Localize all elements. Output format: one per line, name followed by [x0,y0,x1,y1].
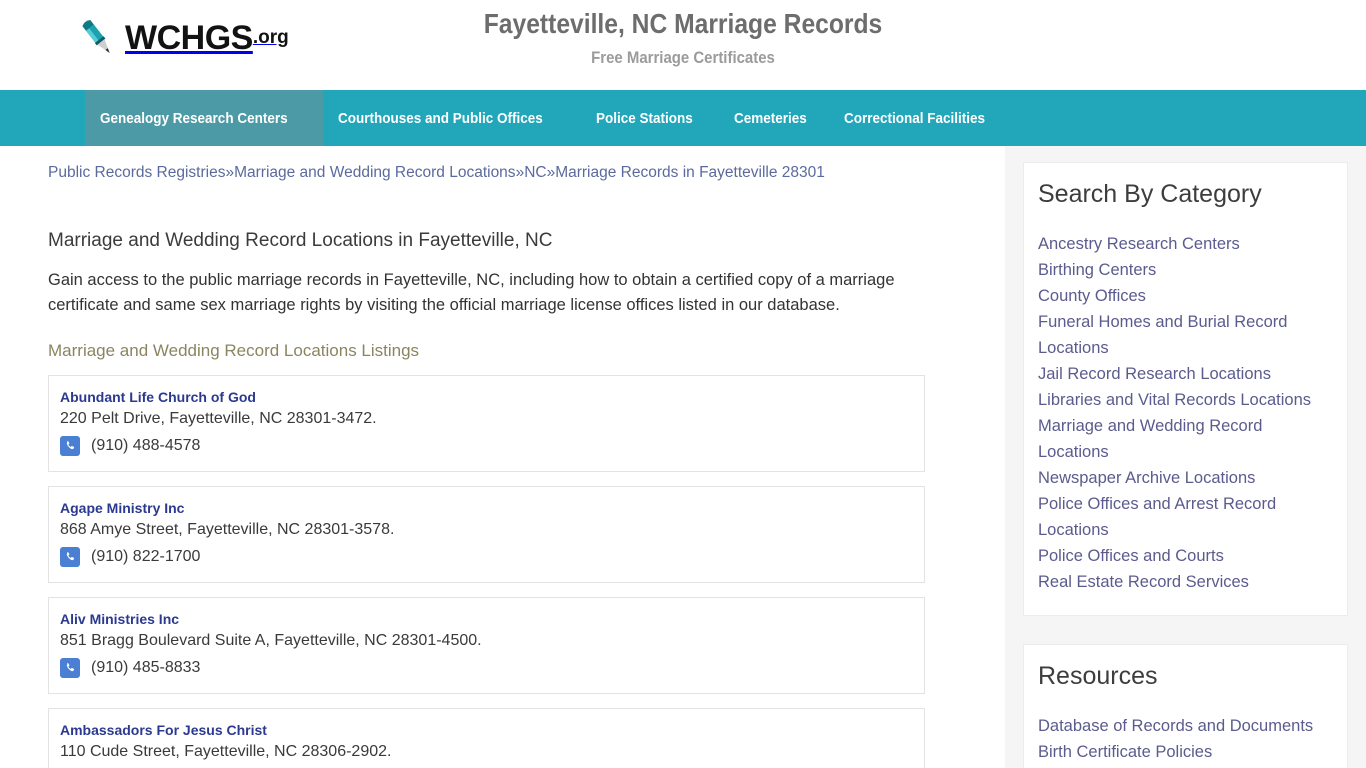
breadcrumb-separator: » [515,164,525,181]
sidebar-link-jail-record-research-locations[interactable]: Jail Record Research Locations [1038,361,1333,387]
nav-item-police-stations[interactable]: Police Stations [581,90,719,146]
listing-name-link[interactable]: Ambassadors For Jesus Christ [60,722,910,738]
listing-card[interactable]: Ambassadors For Jesus Christ 110 Cude St… [48,707,925,768]
listing-phone: (910) 488-4578 [91,436,201,454]
search-by-category-panel: Search By Category Ancestry Research Cen… [1023,162,1348,617]
breadcrumb-item-2[interactable]: Marriage and Wedding Record Locations [234,164,515,181]
phone-icon [60,546,80,567]
sidebar-link-birth-certificate-policies[interactable]: Birth Certificate Policies [1038,739,1333,765]
sidebar-link-libraries-and-vital-records-locations[interactable]: Libraries and Vital Records Locations [1038,387,1333,413]
page-body: Public Records Registries»Marriage and W… [0,146,1366,768]
nav-item-genealogy-research-centers[interactable]: Genealogy Research Centers [85,90,324,146]
nav-label: Correctional Facilities [844,109,986,127]
sidebar-link-police-offices-and-arrest-record-locations[interactable]: Police Offices and Arrest Record Locatio… [1038,491,1333,543]
sidebar-link-county-offices[interactable]: County Offices [1038,283,1333,309]
listing-card[interactable]: Abundant Life Church of God 220 Pelt Dri… [48,374,925,472]
breadcrumb-item-3[interactable]: NC [524,164,546,181]
nav-label: Genealogy Research Centers [100,109,288,127]
breadcrumb-separator: » [225,164,235,181]
sidebar-link-police-offices-and-courts[interactable]: Police Offices and Courts [1038,543,1333,569]
phone-icon [60,657,80,678]
sidebar-link-database-of-records-and-documents[interactable]: Database of Records and Documents [1038,713,1333,739]
listing-phone-row: (910) 488-4578 [60,435,910,456]
sidebar-link-marriage-and-wedding-record-locations[interactable]: Marriage and Wedding Record Locations [1038,413,1333,465]
sidebar-link-birthing-centers[interactable]: Birthing Centers [1038,257,1333,283]
listing-address: 110 Cude Street, Fayetteville, NC 28306-… [60,742,392,760]
sidebar-link-funeral-homes-and-burial-record-locations[interactable]: Funeral Homes and Burial Record Location… [1038,309,1333,361]
panel-title: Search By Category [1038,180,1262,208]
nav-item-courthouses-and-public-offices[interactable]: Courthouses and Public Offices [323,90,581,146]
breadcrumb: Public Records Registries»Marriage and W… [48,162,930,184]
listing-phone: (910) 822-1700 [91,547,201,565]
listing-phone-row: (910) 485-8833 [60,657,910,678]
panel-title: Resources [1038,662,1158,691]
nav-label: Courthouses and Public Offices [338,109,544,127]
listing-address: 220 Pelt Drive, Fayetteville, NC 28301-3… [60,409,377,427]
page-subtitle: Free Marriage Certificates [591,48,775,68]
page-title-heading: Fayetteville, NC Marriage Records [483,8,883,39]
sidebar-link-newspaper-archive-locations[interactable]: Newspaper Archive Locations [1038,465,1333,491]
nav-item-cemeteries[interactable]: Cemeteries [719,90,830,146]
nav-label: Cemeteries [733,109,807,127]
listing-name-link[interactable]: Aliv Ministries Inc [60,611,910,627]
breadcrumb-item-1[interactable]: Public Records Registries [48,164,225,181]
nav-item-correctional-facilities[interactable]: Correctional Facilities [829,90,1016,146]
site-header: WCHGS .org Fayetteville, NC Marriage Reco… [0,0,1366,90]
nav-label: Police Stations [595,109,693,127]
listing-phone: (910) 485-8833 [91,658,201,676]
breadcrumb-item-4[interactable]: Marriage Records in Fayetteville 28301 [555,164,825,181]
main-navigation: Genealogy Research Centers Courthouses a… [0,90,1366,146]
listing-address: 851 Bragg Boulevard Suite A, Fayettevill… [60,631,482,649]
content-heading: Marriage and Wedding Record Locations in… [48,229,553,251]
listing-card[interactable]: Agape Ministry Inc 868 Amye Street, Faye… [48,485,925,583]
listing-card[interactable]: Aliv Ministries Inc 851 Bragg Boulevard … [48,596,925,694]
listing-name-link[interactable]: Agape Ministry Inc [60,500,910,516]
listing-address: 868 Amye Street, Fayetteville, NC 28301-… [60,520,395,538]
main-content: Public Records Registries»Marriage and W… [0,146,1005,768]
sidebar-link-real-estate-record-services[interactable]: Real Estate Record Services [1038,569,1333,595]
breadcrumb-separator: » [546,164,556,181]
listing-name-link[interactable]: Abundant Life Church of God [60,389,910,405]
listing-phone-row: (910) 822-1700 [60,546,910,567]
sidebar-link-ancestry-research-centers[interactable]: Ancestry Research Centers [1038,231,1333,257]
phone-icon [60,435,80,456]
listings-heading: Marriage and Wedding Record Locations Li… [48,340,420,360]
sidebar: Search By Category Ancestry Research Cen… [1005,146,1366,768]
header-titles: Fayetteville, NC Marriage Records Free M… [0,0,1366,68]
resources-panel: Resources Database of Records and Docume… [1023,644,1348,768]
content-description: Gain access to the public marriage recor… [48,270,895,315]
